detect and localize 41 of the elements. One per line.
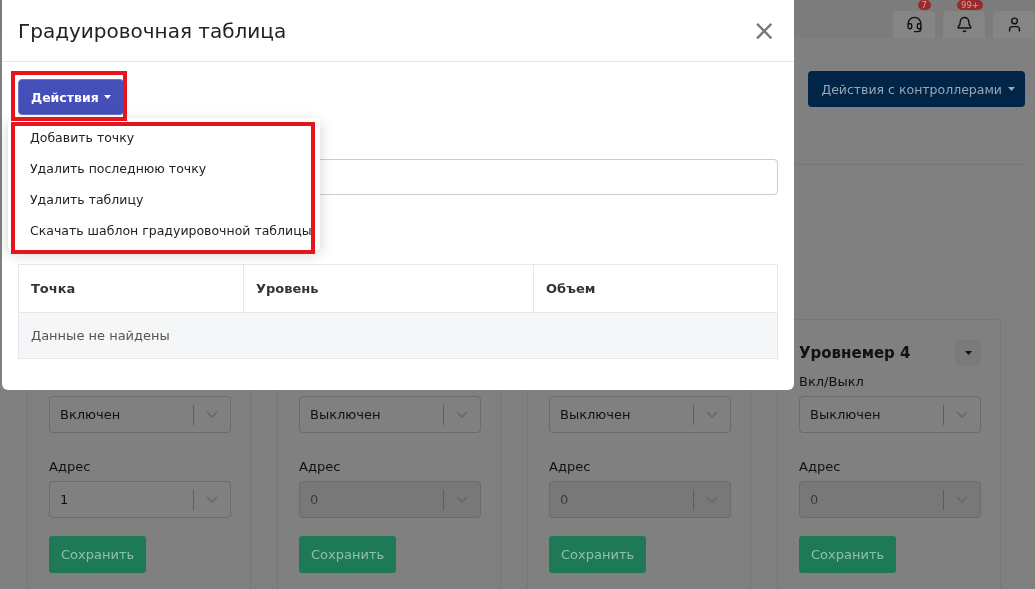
column-header: Объем	[545, 280, 597, 298]
save-button[interactable]: Сохранить	[49, 536, 147, 573]
controllers-actions-button[interactable]: Действия с контроллерами	[808, 71, 1025, 107]
menu-item[interactable]: Добавить точку	[11, 122, 317, 153]
select-field[interactable]: Выключен	[549, 396, 731, 433]
save-button[interactable]: Сохранить	[299, 536, 397, 573]
menu-item[interactable]: Скачать шаблон градуировочной таблицы	[11, 215, 317, 246]
caret-icon	[1008, 87, 1015, 91]
actions-button[interactable]: Действия	[18, 79, 124, 115]
chevron-icon	[206, 411, 218, 418]
bell-button[interactable]	[943, 11, 985, 38]
chevron-icon	[206, 496, 218, 503]
card-title: Уровнемер 4	[799, 344, 911, 362]
menu-item[interactable]: Удалить таблицу	[11, 184, 317, 215]
count-badge: 7	[917, 0, 931, 10]
chevron-icon	[706, 411, 718, 418]
modal-title: Градуировочная таблица	[18, 18, 287, 43]
select-field[interactable]: 1	[49, 481, 231, 518]
menu-item[interactable]: Удалить последнюю точку	[11, 153, 317, 184]
save-button[interactable]: Сохранить	[799, 536, 897, 573]
select-field[interactable]: Выключен	[799, 396, 981, 433]
headset-icon	[905, 16, 923, 33]
card-menu-button[interactable]	[955, 340, 981, 366]
user-button[interactable]	[993, 11, 1035, 38]
bell-icon	[955, 16, 973, 33]
chevron-icon	[456, 411, 468, 418]
field-label: Адрес	[299, 459, 342, 476]
caret-icon	[103, 95, 111, 99]
save-button[interactable]: Сохранить	[549, 536, 647, 573]
count-badge: 99+	[957, 0, 983, 10]
field-label: Адрес	[549, 459, 592, 476]
close-button[interactable]: ×	[748, 16, 780, 45]
field-label: Адрес	[799, 459, 842, 476]
field-label: Адрес	[49, 459, 92, 476]
headset-button[interactable]	[893, 11, 935, 38]
chevron-icon	[956, 411, 968, 418]
select-field[interactable]: Выключен	[299, 396, 481, 433]
field-label: Вкл/Выкл	[799, 374, 865, 391]
caret-icon	[964, 351, 972, 355]
select-field[interactable]: Включен	[49, 396, 231, 433]
empty-message: Данные не найдены	[19, 312, 777, 358]
